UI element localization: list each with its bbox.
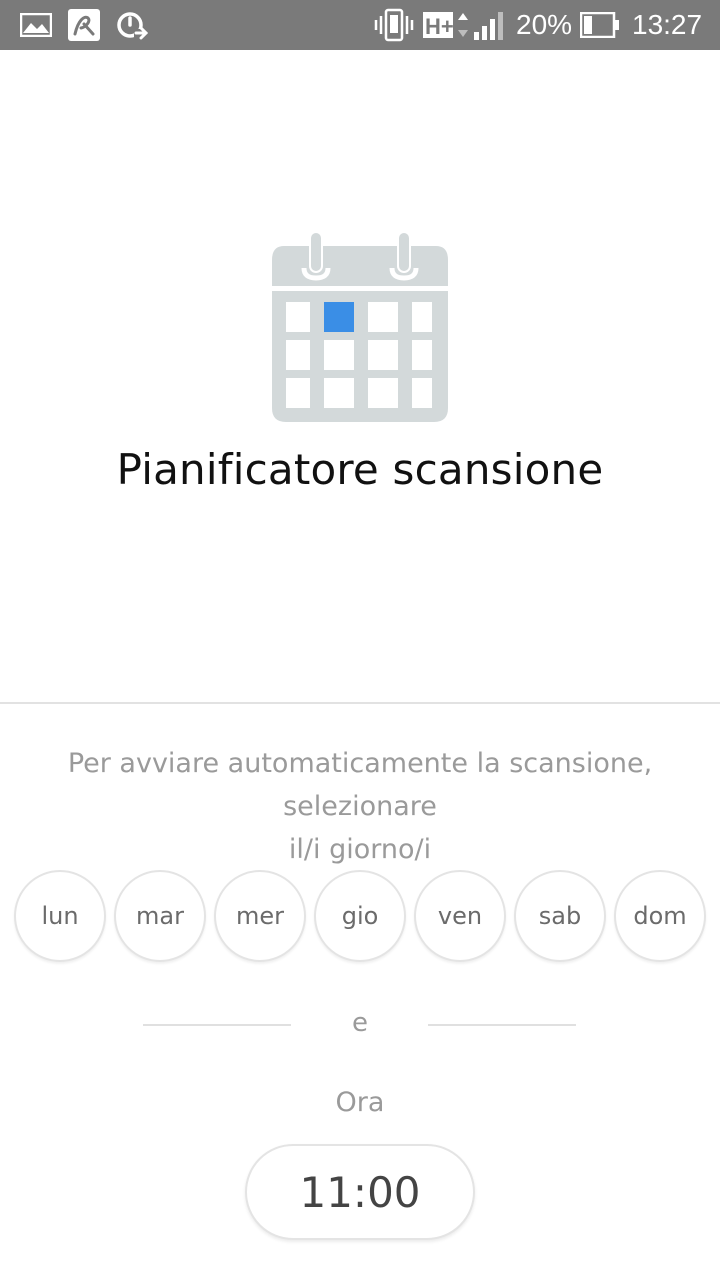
section-divider — [0, 702, 720, 704]
day-button-mar[interactable]: mar — [114, 870, 206, 962]
page-title: Pianificatore scansione — [116, 445, 604, 494]
day-button-sab[interactable]: sab — [514, 870, 606, 962]
avira-icon — [68, 0, 100, 50]
instruction-line-2: il/i giorno/i — [288, 834, 432, 865]
separator-line-left — [143, 1024, 291, 1026]
hplus-network-icon: H+ — [422, 0, 470, 50]
day-button-lun[interactable]: lun — [14, 870, 106, 962]
signal-icon — [472, 0, 508, 50]
day-selector: lun mar mer gio ven sab dom — [0, 870, 720, 962]
day-button-ven[interactable]: ven — [414, 870, 506, 962]
time-picker-button[interactable]: 11:00 — [245, 1144, 475, 1240]
instruction-line-1: Per avviare automaticamente la scansione… — [67, 748, 653, 822]
clock: 13:27 — [632, 9, 703, 40]
day-button-mer[interactable]: mer — [214, 870, 306, 962]
battery-percent: 20% — [516, 9, 573, 40]
vibrate-icon — [374, 0, 414, 50]
calendar-icon — [270, 230, 450, 425]
day-button-dom[interactable]: dom — [614, 870, 706, 962]
separator-text: e — [352, 1008, 368, 1038]
schedule-instruction: Per avviare automaticamente la scansione… — [0, 742, 720, 871]
separator-line-right — [428, 1024, 576, 1026]
svg-text:H+: H+ — [425, 14, 454, 39]
speedometer-icon — [116, 0, 148, 50]
hero-section: Pianificatore scansione — [0, 50, 720, 702]
time-label: Ora — [335, 1087, 385, 1118]
status-bar: H+ 20% 13:27 — [0, 0, 720, 50]
calendar-selected-day — [324, 302, 354, 332]
gallery-icon — [20, 0, 52, 50]
day-button-gio[interactable]: gio — [314, 870, 406, 962]
battery-icon — [580, 0, 620, 50]
